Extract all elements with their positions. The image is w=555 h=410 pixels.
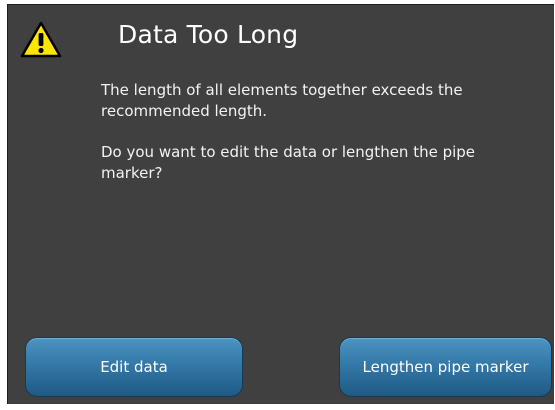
lengthen-pipe-marker-button[interactable]: Lengthen pipe marker — [339, 337, 552, 397]
dialog-title: Data Too Long — [118, 20, 299, 49]
edit-data-button[interactable]: Edit data — [25, 337, 243, 397]
message-length-exceeded: The length of all elements together exce… — [101, 81, 463, 120]
dialog-screen: Data Too Long The length of all elements… — [7, 4, 554, 404]
warning-icon — [20, 21, 62, 59]
message-question: Do you want to edit the data or lengthen… — [101, 143, 476, 182]
